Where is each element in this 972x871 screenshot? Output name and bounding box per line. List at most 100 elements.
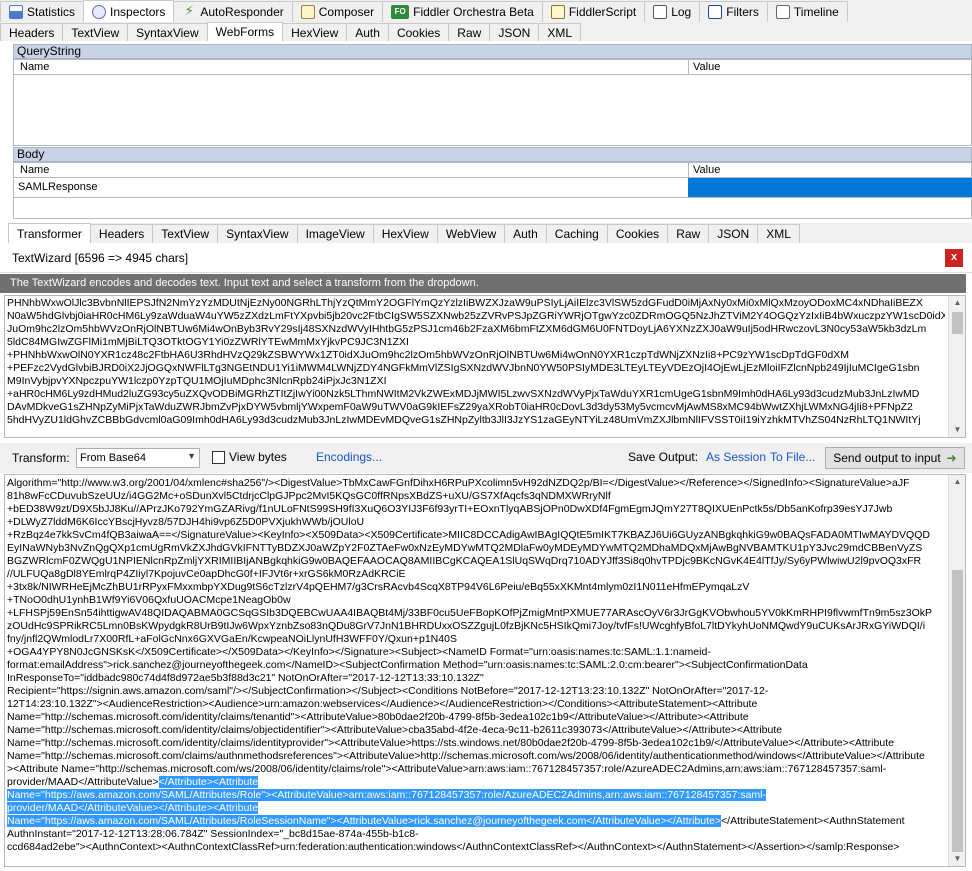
tab-inspectors[interactable]: Inspectors bbox=[83, 0, 175, 22]
req-tab-webforms[interactable]: WebForms bbox=[206, 22, 284, 41]
resp-tab-headers[interactable]: Headers bbox=[89, 224, 154, 243]
resp-tab-hexview[interactable]: HexView bbox=[372, 224, 438, 243]
tab-autoresponder[interactable]: ⚡ AutoResponder bbox=[173, 1, 293, 22]
send-output-to-input-button[interactable]: Send output to input ➜ bbox=[825, 447, 965, 469]
input-line: +PHNhbWxwOlN0YXR1cz48c2FtbHA6U3RhdHVzQ29… bbox=[7, 349, 849, 361]
req-tab-json[interactable]: JSON bbox=[489, 23, 540, 41]
body-grid-empty bbox=[13, 198, 972, 219]
filters-icon bbox=[708, 5, 723, 19]
body-col-name[interactable]: Name bbox=[20, 163, 49, 177]
input-scrollbar[interactable]: ▲ ▼ bbox=[948, 296, 965, 437]
resp-tab-caching[interactable]: Caching bbox=[545, 224, 608, 243]
output-line: 81h8wFcCDuvubSzeUUz/i4GG2Mc+oSDunXvl5Ctd… bbox=[7, 490, 947, 503]
composer-icon bbox=[300, 5, 315, 19]
scroll-down-icon[interactable]: ▼ bbox=[949, 423, 965, 437]
output-text-segment: ccd684ad2ebe"><AuthnContext><AuthnContex… bbox=[7, 841, 900, 853]
save-as-session-link[interactable]: As Session bbox=[706, 450, 766, 464]
req-tab-raw[interactable]: Raw bbox=[448, 23, 491, 41]
output-line: provider/MAAD</AttributeValue></Attribut… bbox=[7, 776, 947, 789]
scroll-down-icon[interactable]: ▼ bbox=[949, 852, 965, 866]
selected-text: Name="https://aws.amazon.com/SAML/Attrib… bbox=[7, 789, 766, 801]
output-text-segment: +RzBqz4e7kkSvCm4fQB3aiwaA==</SignatureVa… bbox=[7, 529, 930, 541]
scroll-up-icon[interactable]: ▲ bbox=[949, 296, 965, 310]
body-row-samlresponse[interactable]: SAMLResponse bbox=[13, 178, 972, 198]
tab-timeline[interactable]: Timeline bbox=[766, 1, 848, 22]
input-line: PHNhbWxwOlJlc3BvbnNlIEPSJfN2NmYzYzMDUtNj… bbox=[7, 297, 923, 309]
input-line: 5hdHVyZU1ldGhvZCBBbGdvcml0aG09Imh0dHA6Ly… bbox=[7, 414, 921, 426]
output-line: Name="http://schemas.microsoft.com/ident… bbox=[7, 724, 947, 737]
tab-log[interactable]: Log bbox=[644, 1, 701, 22]
resp-tab-auth[interactable]: Auth bbox=[504, 224, 547, 243]
querystring-col-name[interactable]: Name bbox=[20, 60, 49, 74]
output-line: Name="http://schemas.microsoft.com/ident… bbox=[7, 737, 947, 750]
req-tab-headers[interactable]: Headers bbox=[0, 23, 64, 41]
output-text-segment: Name="http://schemas.microsoft.com/ident… bbox=[7, 724, 783, 736]
textwizard-titlebar: TextWizard [6596 => 4945 chars] x bbox=[0, 243, 972, 273]
querystring-header: QueryString bbox=[13, 44, 972, 59]
output-textbox[interactable]: Algorithm="http://www.w3.org/2001/04/xml… bbox=[4, 474, 966, 867]
output-line: +bED38W9zt/D9X5bJJ8Ku//APrzJKo792YmGZARi… bbox=[7, 503, 947, 516]
statistics-icon bbox=[9, 5, 23, 19]
output-line: Name="http://schemas.microsoft.com/ident… bbox=[7, 711, 947, 724]
timeline-icon bbox=[775, 5, 790, 19]
resp-tab-json[interactable]: JSON bbox=[708, 224, 759, 243]
input-textbox[interactable]: PHNhbWxwOlJlc3BvbnNlIEPSJfN2NmYzYzMDUtNj… bbox=[4, 295, 966, 438]
body-row-value-selected[interactable] bbox=[688, 178, 972, 197]
output-line: 12T14:23:10.132Z"><AudienceRestriction><… bbox=[7, 698, 947, 711]
req-tab-xml[interactable]: XML bbox=[538, 23, 582, 41]
input-scrollbar-thumb[interactable] bbox=[952, 312, 963, 334]
querystring-grid-header: Name Value bbox=[13, 59, 972, 75]
log-icon bbox=[653, 5, 668, 19]
view-bytes-label: View bytes bbox=[229, 450, 287, 464]
scroll-up-icon[interactable]: ▲ bbox=[949, 475, 965, 489]
output-line: +LFHSPj59EnSn54ihttigwAV48QIDAQABMA0GCSq… bbox=[7, 607, 947, 620]
req-tab-textview[interactable]: TextView bbox=[62, 23, 129, 41]
output-line: +DLWyZ7lddM6K6IccYBscjHyvz8/57DJH4hi9vp6… bbox=[7, 516, 947, 529]
querystring-grid[interactable] bbox=[13, 75, 972, 146]
textwizard-info-bar: The TextWizard encodes and decodes text.… bbox=[0, 274, 966, 293]
input-line: +aHR0cHM6Ly9zdHMud2luZG93cy5uZXQvODBiMGR… bbox=[7, 388, 920, 400]
chevron-down-icon: ▼ bbox=[187, 451, 196, 461]
transform-select[interactable]: From Base64 ▼ bbox=[76, 448, 200, 468]
selected-text: Name="https://aws.amazon.com/SAML/Attrib… bbox=[7, 815, 722, 827]
textwizard-title: TextWizard [6596 => 4945 chars] bbox=[12, 251, 189, 265]
output-text-segment: zOUdHc9SPRikRC5Lmn0BsKWpydgkR8UrB9tIJw6W… bbox=[7, 620, 926, 632]
resp-tab-cookies[interactable]: Cookies bbox=[606, 224, 669, 243]
req-tab-cookies[interactable]: Cookies bbox=[387, 23, 450, 41]
resp-tab-syntaxview[interactable]: SyntaxView bbox=[217, 224, 298, 243]
resp-tab-raw[interactable]: Raw bbox=[667, 224, 710, 243]
selected-text: provider/MAAD</AttributeValue></Attribut… bbox=[7, 802, 259, 814]
close-icon[interactable]: x bbox=[945, 249, 963, 267]
inspectors-icon bbox=[92, 4, 107, 19]
tab-fiddlerscript[interactable]: FiddlerScript bbox=[541, 1, 646, 22]
resp-tab-xml[interactable]: XML bbox=[757, 224, 800, 243]
resp-tab-imageview[interactable]: ImageView bbox=[296, 224, 374, 243]
req-tab-syntaxview[interactable]: SyntaxView bbox=[127, 23, 208, 41]
tab-composer[interactable]: Composer bbox=[291, 1, 384, 22]
querystring-col-value[interactable]: Value bbox=[688, 60, 720, 74]
resp-tab-textview[interactable]: TextView bbox=[152, 224, 219, 243]
output-line: Name="https://aws.amazon.com/SAML/Attrib… bbox=[7, 789, 947, 802]
tab-filters[interactable]: Filters bbox=[699, 1, 768, 22]
req-tab-auth[interactable]: Auth bbox=[346, 23, 389, 41]
resp-tab-webview[interactable]: WebView bbox=[436, 224, 506, 243]
tab-statistics[interactable]: Statistics bbox=[0, 1, 85, 22]
output-text-segment: Recipient="https://signin.aws.amazon.com… bbox=[7, 685, 769, 697]
output-line: BGZWRlcmF0ZWQgU1NPIENlcnRpZmljYXRIMIIBIj… bbox=[7, 555, 947, 568]
req-tab-hexview[interactable]: HexView bbox=[282, 23, 348, 41]
output-scrollbar-thumb[interactable] bbox=[952, 570, 963, 852]
transform-bar: Transform: From Base64 ▼ View bytes Enco… bbox=[0, 443, 972, 473]
view-bytes-checkbox[interactable] bbox=[212, 451, 225, 464]
output-line: Algorithm="http://www.w3.org/2001/04/xml… bbox=[7, 477, 947, 490]
tab-fiddler-orchestra[interactable]: FO Fiddler Orchestra Beta bbox=[382, 1, 543, 22]
save-to-file-link[interactable]: To File... bbox=[770, 450, 815, 464]
output-line: //ULFUQa8gDl8YEmlrqP4ZIiyl7KpojuvCe0apDh… bbox=[7, 568, 947, 581]
output-text-segment: Algorithm="http://www.w3.org/2001/04/xml… bbox=[7, 477, 910, 489]
body-col-value[interactable]: Value bbox=[688, 163, 720, 177]
resp-tab-transformer[interactable]: Transformer bbox=[8, 223, 91, 243]
output-line: ccd684ad2ebe"><AuthnContext><AuthnContex… bbox=[7, 841, 947, 854]
encodings-link[interactable]: Encodings... bbox=[316, 450, 382, 464]
output-line: Name="http://schemas.microsoft.com/claim… bbox=[7, 750, 947, 763]
output-line: ><Attribute Name="http://schemas.microso… bbox=[7, 763, 947, 776]
output-scrollbar[interactable]: ▲ ▼ bbox=[948, 475, 965, 866]
